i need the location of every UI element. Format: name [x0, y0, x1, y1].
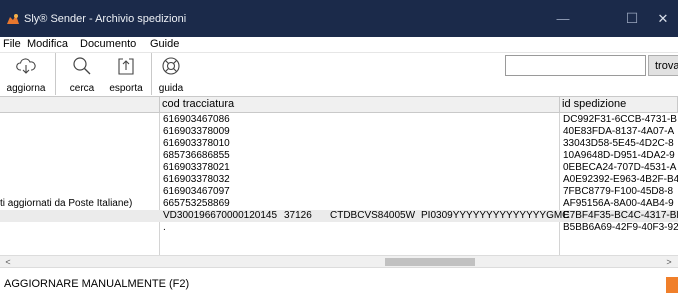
cell-id-spedizione: AF95156A-8A00-4AB4-9	[563, 198, 674, 209]
lifebuoy-icon	[162, 57, 180, 75]
cell-description	[0, 174, 158, 186]
cell-extra: 37126	[284, 210, 312, 221]
cell-description	[0, 210, 158, 222]
table-row[interactable]: 616903378009 40E83FDA-8137-4A07-A	[0, 126, 678, 138]
export-label: esporta	[109, 83, 143, 94]
shipments-table: cod tracciatura id spedizione 6169034670…	[0, 96, 678, 255]
cell-description: ti aggiornati da Poste Italiane)	[0, 198, 133, 209]
minimize-icon: —	[556, 11, 570, 26]
scrollbar-thumb[interactable]	[385, 258, 475, 266]
cell-description	[0, 162, 158, 174]
toolbar-separator	[151, 53, 152, 95]
cell-cod-tracciatura: 616903467086	[163, 114, 230, 125]
table-row[interactable]: 616903378010 33043D58-5E45-4D2C-8	[0, 138, 678, 150]
status-message: AGGIORNARE MANUALMENTE (F2)	[4, 278, 190, 290]
column-header-blank[interactable]	[0, 97, 160, 113]
cell-id-spedizione: 33043D58-5E45-4D2C-8	[563, 138, 674, 149]
menu-guide[interactable]: Guide	[150, 38, 179, 50]
toolbar-separator	[55, 53, 56, 95]
cell-id-spedizione: 0EBECA24-707D-4531-A	[563, 162, 677, 173]
cloud-download-icon	[16, 58, 36, 74]
toolbar: aggiorna cerca esporta guida trova	[0, 52, 678, 95]
refresh-button[interactable]: aggiorna	[0, 53, 52, 95]
menu-documento[interactable]: Documento	[80, 38, 136, 50]
cell-cod-tracciatura: 616903378021	[163, 162, 230, 173]
table-row[interactable]: ti aggiornati da Poste Italiane) 66575325…	[0, 198, 678, 210]
find-button[interactable]: trova	[648, 55, 678, 76]
cell-cod-tracciatura: 665753258869	[163, 198, 230, 209]
table-row[interactable]: 616903378021 0EBECA24-707D-4531-A	[0, 162, 678, 174]
cell-description	[0, 126, 158, 138]
cell-extra: PI0309YYYYYYYYYYYYYYGMC	[421, 210, 570, 221]
cell-description	[0, 150, 158, 162]
cell-cod-tracciatura: 685736686855	[163, 150, 230, 161]
search-icon	[73, 57, 91, 75]
cell-cod-tracciatura: 616903378032	[163, 174, 230, 185]
status-bar: AGGIORNARE MANUALMENTE (F2)	[0, 267, 678, 293]
maximize-icon: ☐	[625, 10, 639, 26]
help-button[interactable]: guida	[156, 53, 186, 95]
cell-id-spedizione: 7FBC8779-F100-45D8-8	[563, 186, 674, 197]
menu-bar: File Modifica Documento Guide	[0, 37, 678, 52]
cell-description	[0, 222, 158, 234]
table-row[interactable]: 685736686855 10A9648D-D951-4DA2-9	[0, 150, 678, 162]
search-input[interactable]	[505, 55, 646, 76]
menu-file[interactable]: File	[3, 38, 21, 50]
close-icon: ✕	[657, 10, 669, 26]
menu-modifica[interactable]: Modifica	[27, 38, 68, 50]
export-button[interactable]: esporta	[105, 53, 147, 95]
table-row[interactable]: VD300196670000120145 37126 CTDBCVS84005W PI…	[0, 210, 678, 222]
app-logo-icon	[7, 14, 19, 24]
status-indicator	[666, 277, 678, 293]
cell-id-spedizione: B5BB6A69-42F9-40F3-92	[563, 222, 678, 233]
column-header-id-spedizione[interactable]: id spedizione	[560, 97, 678, 113]
cell-id-spedizione: 40E83FDA-8137-4A07-A	[563, 126, 675, 137]
cell-id-spedizione: E7BF4F35-BC4C-4317-BE	[563, 210, 678, 221]
minimize-button[interactable]: —	[540, 0, 586, 37]
table-row[interactable]: 616903467097 7FBC8779-F100-45D8-8	[0, 186, 678, 198]
cell-description	[0, 186, 158, 198]
cell-id-spedizione: A0E92392-E963-4B2F-B4	[563, 174, 678, 185]
title-bar: Sly® Sender - Archivio spedizioni — ☐ ✕	[0, 0, 678, 37]
cell-cod-tracciatura: 616903378009	[163, 126, 230, 137]
close-button[interactable]: ✕	[648, 0, 678, 37]
cell-cod-tracciatura: 616903378010	[163, 138, 230, 149]
table-row[interactable]: . B5BB6A69-42F9-40F3-92	[0, 222, 678, 234]
cell-description	[0, 114, 158, 126]
table-row[interactable]: 616903378032 A0E92392-E963-4B2F-B4	[0, 174, 678, 186]
cell-cod-tracciatura: VD300196670000120145	[163, 210, 277, 221]
cell-id-spedizione: DC992F31-6CCB-4731-B	[563, 114, 677, 125]
cell-extra: CTDBCVS84005W	[330, 210, 416, 221]
column-header-cod-tracciatura[interactable]: cod tracciatura	[160, 97, 560, 113]
cell-cod-tracciatura: 616903467097	[163, 186, 230, 197]
export-icon	[118, 58, 134, 75]
window-title: Sly® Sender - Archivio spedizioni	[24, 13, 187, 25]
help-label: guida	[158, 83, 184, 94]
horizontal-scrollbar[interactable]: < >	[0, 255, 678, 267]
search-button[interactable]: cerca	[62, 53, 102, 95]
refresh-label: aggiorna	[6, 83, 46, 94]
cell-cod-tracciatura: .	[163, 222, 166, 233]
search-label: cerca	[69, 83, 95, 94]
cell-description	[0, 138, 158, 150]
cell-id-spedizione: 10A9648D-D951-4DA2-9	[563, 150, 675, 161]
table-row[interactable]: 616903467086 DC992F31-6CCB-4731-B	[0, 114, 678, 126]
